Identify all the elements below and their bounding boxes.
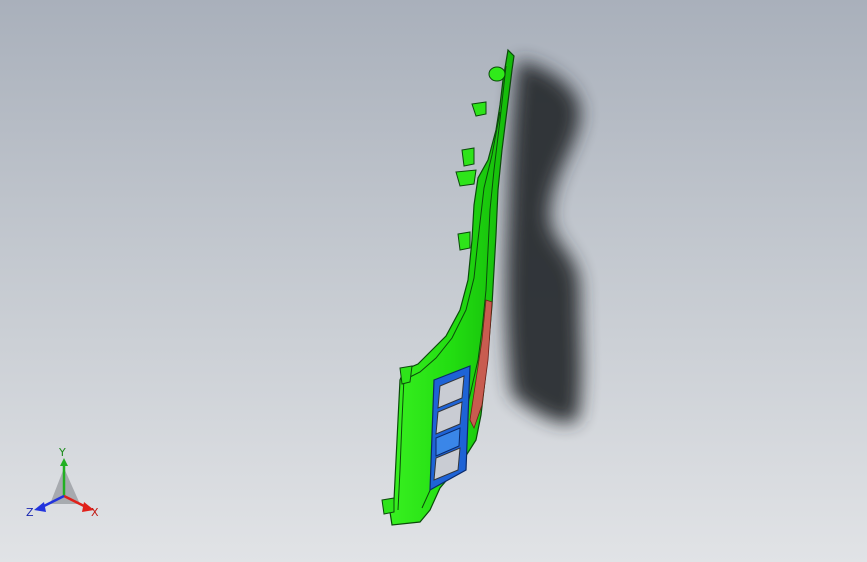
reference-triad: Y X Z: [26, 446, 99, 519]
mounting-clip: [461, 147, 475, 167]
triad-y-label: Y: [58, 446, 66, 459]
model-scene[interactable]: [0, 0, 867, 562]
mounting-clip: [399, 365, 413, 385]
triad-z-arrow: [34, 502, 46, 512]
top-knob: [488, 66, 506, 82]
mounting-clip: [381, 497, 395, 515]
graphics-viewport[interactable]: Y X Z: [0, 0, 867, 562]
mounting-clip: [455, 169, 477, 187]
part-shadow: [506, 60, 582, 423]
triad-x-label: X: [91, 506, 99, 519]
triad-z-label: Z: [26, 506, 34, 519]
mounting-clip: [471, 101, 487, 117]
mounting-clip: [457, 231, 471, 251]
triad-y-arrow: [60, 458, 68, 466]
